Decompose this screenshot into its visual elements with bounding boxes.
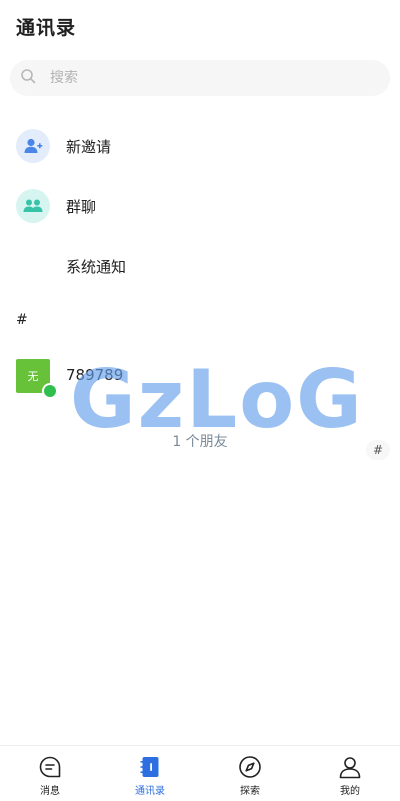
compass-icon [239,756,261,778]
page-title: 通讯录 [16,17,77,39]
menu-item-system-notice[interactable]: 系统通知 [0,238,400,294]
bottom-tab-bar: 消息 通讯录 探索 我的 [0,745,400,801]
tab-label-me: 我的 [340,786,360,797]
search-box[interactable] [10,60,390,96]
tab-explore[interactable]: 探索 [200,746,300,801]
contact-name: 789789 [66,366,124,384]
search-input[interactable] [48,69,352,87]
tab-label-contacts: 通讯录 [135,786,165,797]
tab-contacts[interactable]: 通讯录 [100,746,200,801]
chat-bubble-icon [39,756,61,778]
add-friend-icon [16,129,50,163]
online-status-dot [42,383,58,399]
contact-row[interactable]: 无 789789 [0,350,400,402]
menu-label-new-invite: 新邀请 [66,137,112,156]
friend-count: 1 个朋友 [172,434,228,450]
group-icon [16,189,50,223]
tab-label-explore: 探索 [240,786,260,797]
menu-label-system-notice: 系统通知 [66,257,127,276]
menu-label-group-chat: 群聊 [66,197,97,216]
menu-item-new-invite[interactable]: 新邀请 [0,118,400,174]
menu-item-group-chat[interactable]: 群聊 [0,178,400,234]
tab-me[interactable]: 我的 [300,746,400,801]
user-icon [339,757,361,779]
contacts-book-icon [140,757,159,777]
index-bar-letter[interactable]: # [366,440,390,460]
search-icon [20,68,36,88]
section-header-letter: # [16,312,28,328]
tab-label-messages: 消息 [40,786,60,797]
tab-messages[interactable]: 消息 [0,746,100,801]
